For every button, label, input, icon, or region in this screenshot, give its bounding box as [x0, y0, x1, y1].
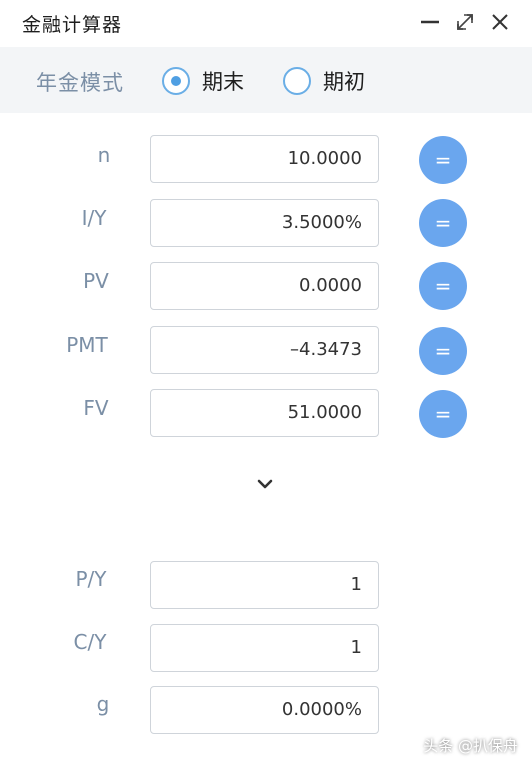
py-input[interactable]: 1 [150, 561, 379, 609]
window-title: 金融计算器 [22, 14, 123, 36]
radio-checked-icon[interactable] [162, 67, 190, 95]
radio-period-begin-label: 期初 [323, 70, 365, 94]
annuity-mode-label: 年金模式 [36, 71, 124, 95]
n-input[interactable]: 10.0000 [150, 135, 379, 183]
title-bar: 金融计算器 [0, 0, 532, 46]
radio-period-end-label: 期末 [202, 70, 244, 94]
cy-label: C/Y [73, 630, 107, 654]
maximize-icon[interactable] [453, 10, 477, 34]
pmt-label: PMT [66, 333, 108, 357]
iy-label: I/Y [81, 206, 107, 230]
pmt-input[interactable]: –4.3473 [150, 326, 379, 374]
chevron-down-icon[interactable] [253, 472, 277, 496]
n-label: n [97, 143, 111, 167]
financial-calculator-window: 金融计算器 年金模式 期末 期初 n 10.0000 = I/Y 3.5000%… [0, 0, 532, 764]
annuity-mode-bar: 年金模式 期末 期初 [0, 47, 532, 113]
solve-pmt-button[interactable]: = [419, 327, 467, 375]
minimize-icon[interactable] [418, 10, 442, 34]
g-input[interactable]: 0.0000% [150, 686, 379, 734]
solve-n-button[interactable]: = [419, 136, 467, 184]
fv-label: FV [83, 396, 109, 420]
solve-iy-button[interactable]: = [419, 199, 467, 247]
pv-input[interactable]: 0.0000 [150, 262, 379, 310]
g-label: g [96, 692, 110, 716]
radio-period-end[interactable]: 期末 [162, 66, 244, 96]
solve-pv-button[interactable]: = [419, 262, 467, 310]
close-icon[interactable] [488, 10, 512, 34]
radio-unchecked-icon[interactable] [283, 67, 311, 95]
cy-input[interactable]: 1 [150, 624, 379, 672]
pv-label: PV [83, 269, 109, 293]
iy-input[interactable]: 3.5000% [150, 199, 379, 247]
py-label: P/Y [75, 567, 107, 591]
radio-period-begin[interactable]: 期初 [283, 66, 365, 96]
fv-input[interactable]: 51.0000 [150, 389, 379, 437]
solve-fv-button[interactable]: = [419, 390, 467, 438]
watermark: 头条 @扒保舟 [423, 737, 518, 755]
